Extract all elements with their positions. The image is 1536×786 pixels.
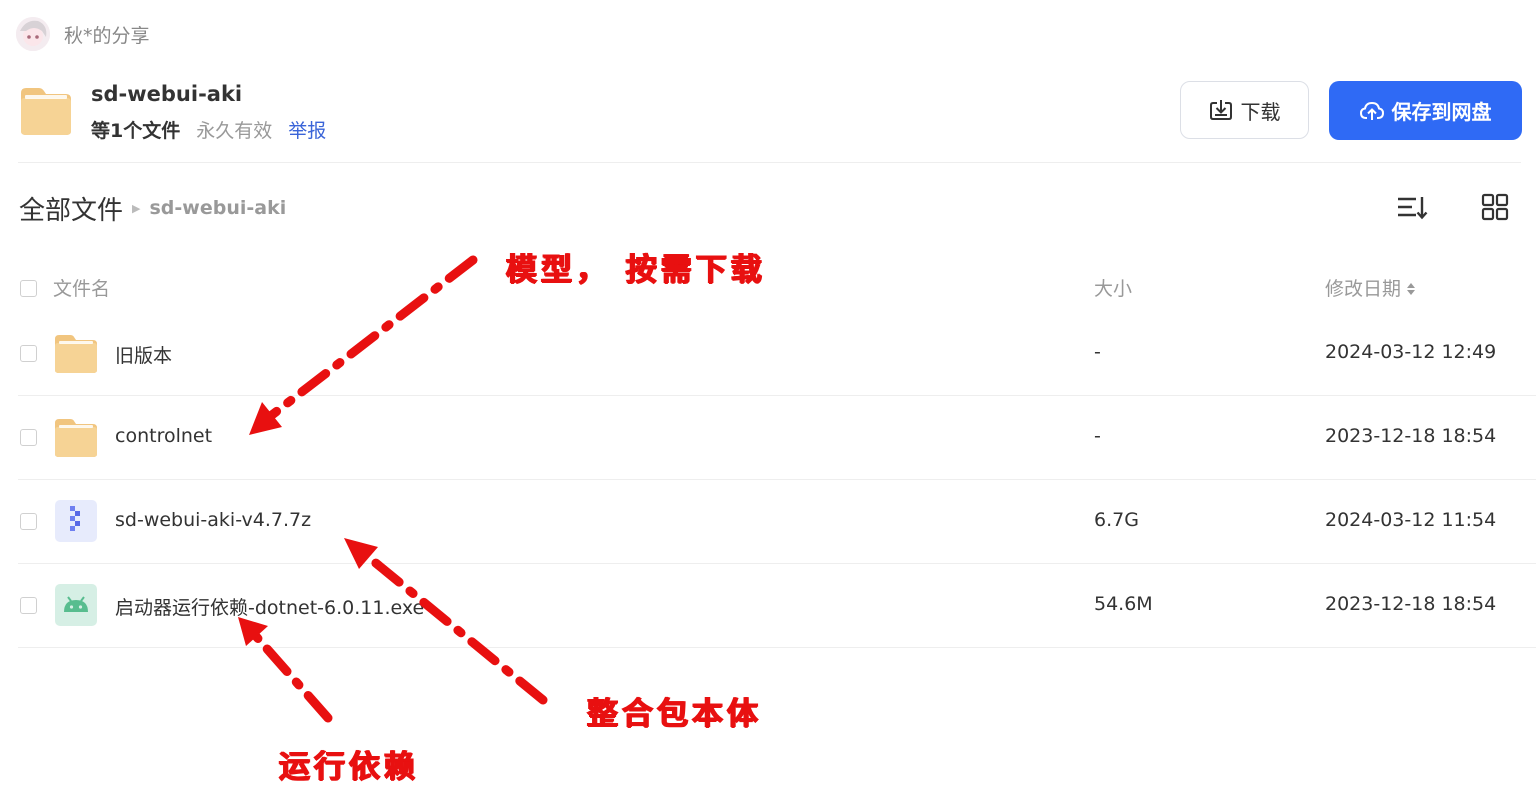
row-checkbox[interactable] bbox=[20, 597, 37, 614]
table-row[interactable]: sd-webui-aki-v4.7.7z 6.7G 2024-03-12 11:… bbox=[18, 480, 1536, 564]
column-header-size: 大小 bbox=[1094, 278, 1133, 300]
folder-icon bbox=[54, 332, 98, 374]
sort-toggle-icon bbox=[1407, 283, 1416, 295]
column-header-name: 文件名 bbox=[53, 278, 111, 300]
share-title: sd-webui-aki bbox=[91, 82, 243, 106]
cloud-upload-icon bbox=[1359, 101, 1384, 120]
breadcrumb: 全部文件 ▶ sd-webui-aki bbox=[19, 190, 286, 226]
file-size: - bbox=[1094, 341, 1101, 363]
download-button[interactable]: 下载 bbox=[1180, 81, 1309, 139]
avatar[interactable] bbox=[16, 17, 50, 51]
file-date: 2023-12-18 18:54 bbox=[1325, 593, 1497, 615]
file-name[interactable]: 旧版本 bbox=[115, 341, 172, 368]
file-size: - bbox=[1094, 425, 1101, 447]
file-size: 6.7G bbox=[1094, 509, 1139, 531]
folder-icon bbox=[19, 85, 73, 137]
report-link[interactable]: 举报 bbox=[288, 116, 326, 143]
file-name[interactable]: sd-webui-aki-v4.7.7z bbox=[115, 509, 311, 531]
validity-label: 永久有效 bbox=[196, 120, 273, 142]
breadcrumb-separator-icon: ▶ bbox=[132, 201, 141, 215]
file-name[interactable]: controlnet bbox=[115, 425, 212, 447]
android-exe-icon bbox=[54, 584, 98, 626]
select-all-checkbox[interactable] bbox=[20, 280, 37, 297]
save-to-drive-button[interactable]: 保存到网盘 bbox=[1329, 81, 1522, 140]
grid-view-icon bbox=[1481, 193, 1509, 221]
file-date: 2024-03-12 12:49 bbox=[1325, 341, 1497, 363]
column-header-date[interactable]: 修改日期 bbox=[1325, 276, 1416, 302]
sort-icon bbox=[1398, 197, 1428, 220]
file-date: 2023-12-18 18:54 bbox=[1325, 425, 1497, 447]
file-count: 等1个文件 bbox=[91, 120, 181, 142]
annotation-models: 模型， 按需下载 bbox=[506, 252, 766, 288]
table-row[interactable]: 启动器运行依赖-dotnet-6.0.11.exe 54.6M 2023-12-… bbox=[18, 564, 1536, 648]
download-label: 下载 bbox=[1240, 99, 1281, 124]
file-date: 2024-03-12 11:54 bbox=[1325, 509, 1497, 531]
file-name[interactable]: 启动器运行依赖-dotnet-6.0.11.exe bbox=[115, 593, 424, 620]
annotation-package: 整合包本体 bbox=[587, 696, 762, 732]
sharer-info: 秋*的分享 bbox=[16, 17, 150, 51]
grid-view-button[interactable] bbox=[1481, 193, 1509, 221]
row-checkbox[interactable] bbox=[20, 513, 37, 530]
annotation-deps: 运行依赖 bbox=[279, 749, 419, 785]
sharer-name: 秋*的分享 bbox=[64, 24, 150, 47]
download-icon bbox=[1209, 100, 1232, 120]
sort-button[interactable] bbox=[1396, 194, 1428, 222]
breadcrumb-root[interactable]: 全部文件 bbox=[19, 190, 123, 227]
row-checkbox[interactable] bbox=[20, 345, 37, 362]
column-header-date-label: 修改日期 bbox=[1325, 278, 1402, 300]
file-size: 54.6M bbox=[1094, 593, 1153, 615]
share-meta: 等1个文件 永久有效 举报 bbox=[91, 116, 326, 143]
breadcrumb-current: sd-webui-aki bbox=[149, 197, 287, 219]
save-label: 保存到网盘 bbox=[1391, 100, 1492, 124]
zip-archive-icon bbox=[54, 500, 98, 542]
table-row[interactable]: 旧版本 - 2024-03-12 12:49 bbox=[18, 312, 1536, 396]
folder-icon bbox=[54, 416, 98, 458]
row-checkbox[interactable] bbox=[20, 429, 37, 446]
table-row[interactable]: controlnet - 2023-12-18 18:54 bbox=[18, 396, 1536, 480]
divider bbox=[18, 162, 1521, 163]
